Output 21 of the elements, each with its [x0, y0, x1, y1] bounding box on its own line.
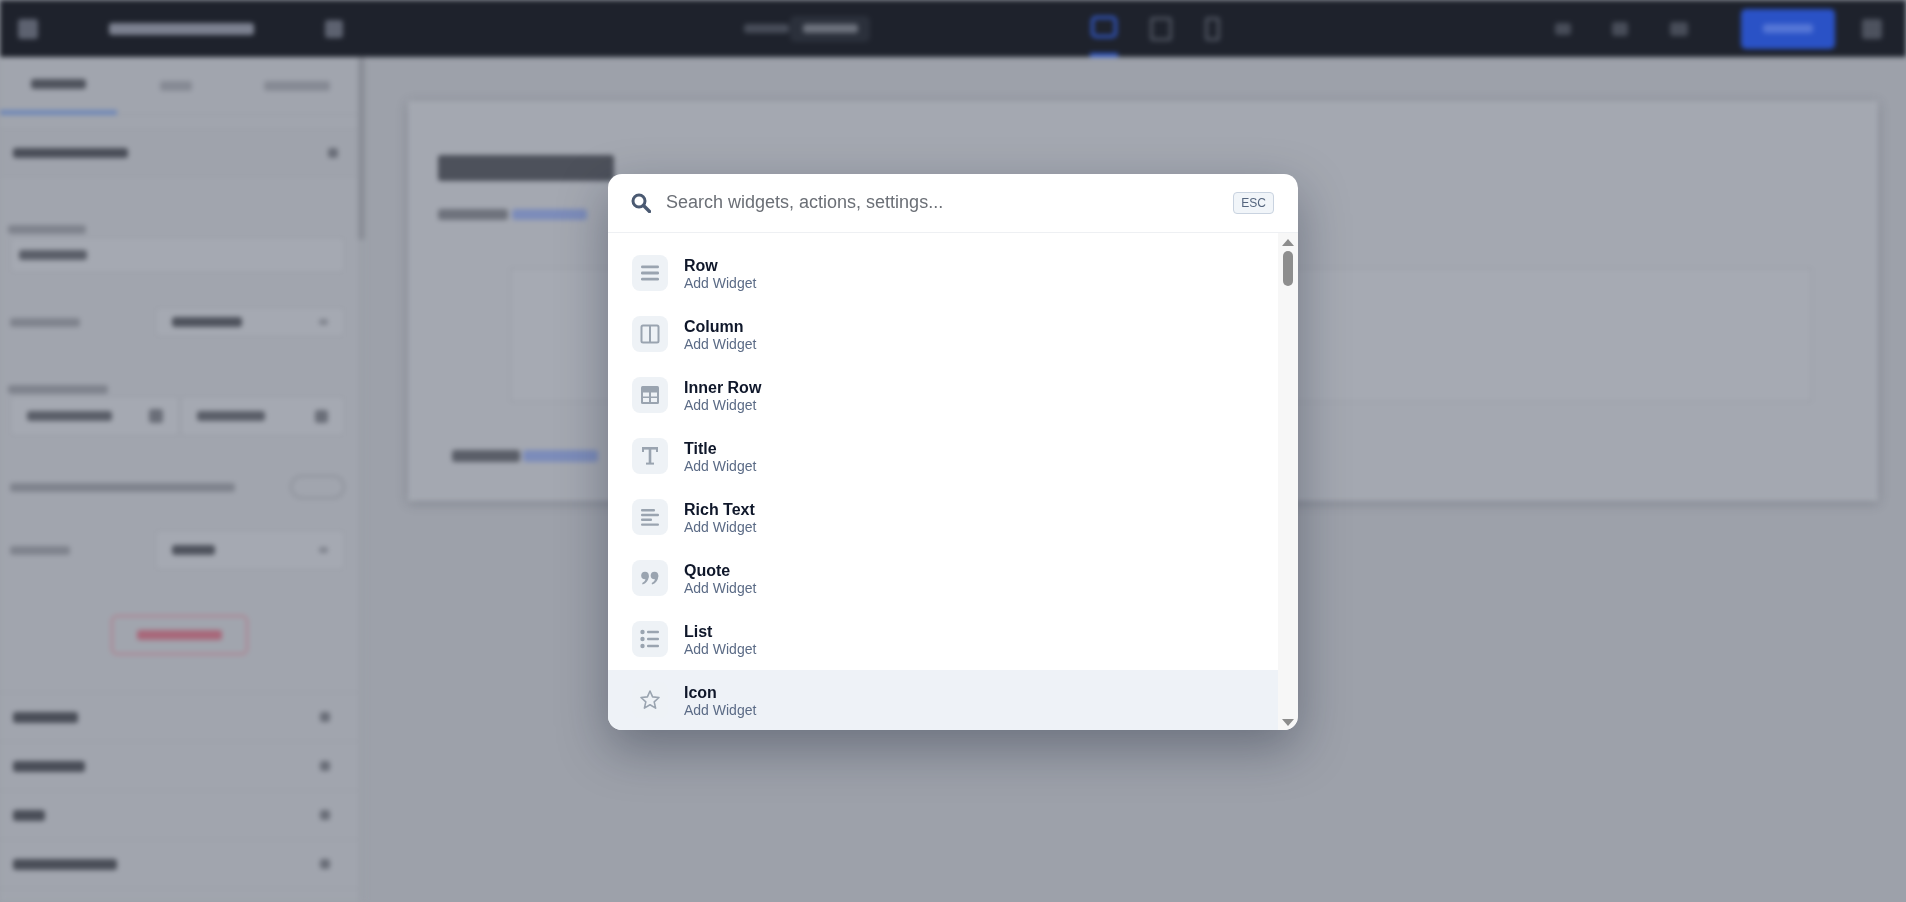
widget-option[interactable]: Rich Text Add Widget: [608, 486, 1278, 548]
columns-icon: [632, 316, 668, 353]
search-field[interactable]: Search widgets, actions, settings...: [666, 187, 1234, 218]
letter-t-icon: [632, 438, 668, 475]
scroll-up-icon[interactable]: [1282, 238, 1294, 246]
escape-key-hint: ESC: [1233, 191, 1274, 214]
rows-icon: [632, 255, 668, 292]
widget-option[interactable]: Row Add Widget: [608, 242, 1278, 304]
bullet-list-icon: [632, 621, 668, 658]
widget-option[interactable]: Quote Add Widget: [608, 547, 1278, 609]
widget-option[interactable]: Inner Row Add Widget: [608, 364, 1278, 426]
widget-option[interactable]: List Add Widget: [608, 608, 1278, 670]
widget-option[interactable]: Column Add Widget: [608, 303, 1278, 365]
scroll-down-icon[interactable]: [1282, 719, 1294, 726]
table-grid-icon: [632, 377, 668, 414]
search-icon: [631, 192, 651, 213]
widget-option[interactable]: Icon Add Widget: [608, 669, 1278, 730]
quote-icon: [632, 560, 668, 597]
paragraph-lines-icon: [632, 499, 668, 536]
scrollbar-thumb[interactable]: [1283, 250, 1293, 286]
widget-option[interactable]: Title Add Widget: [608, 425, 1278, 487]
